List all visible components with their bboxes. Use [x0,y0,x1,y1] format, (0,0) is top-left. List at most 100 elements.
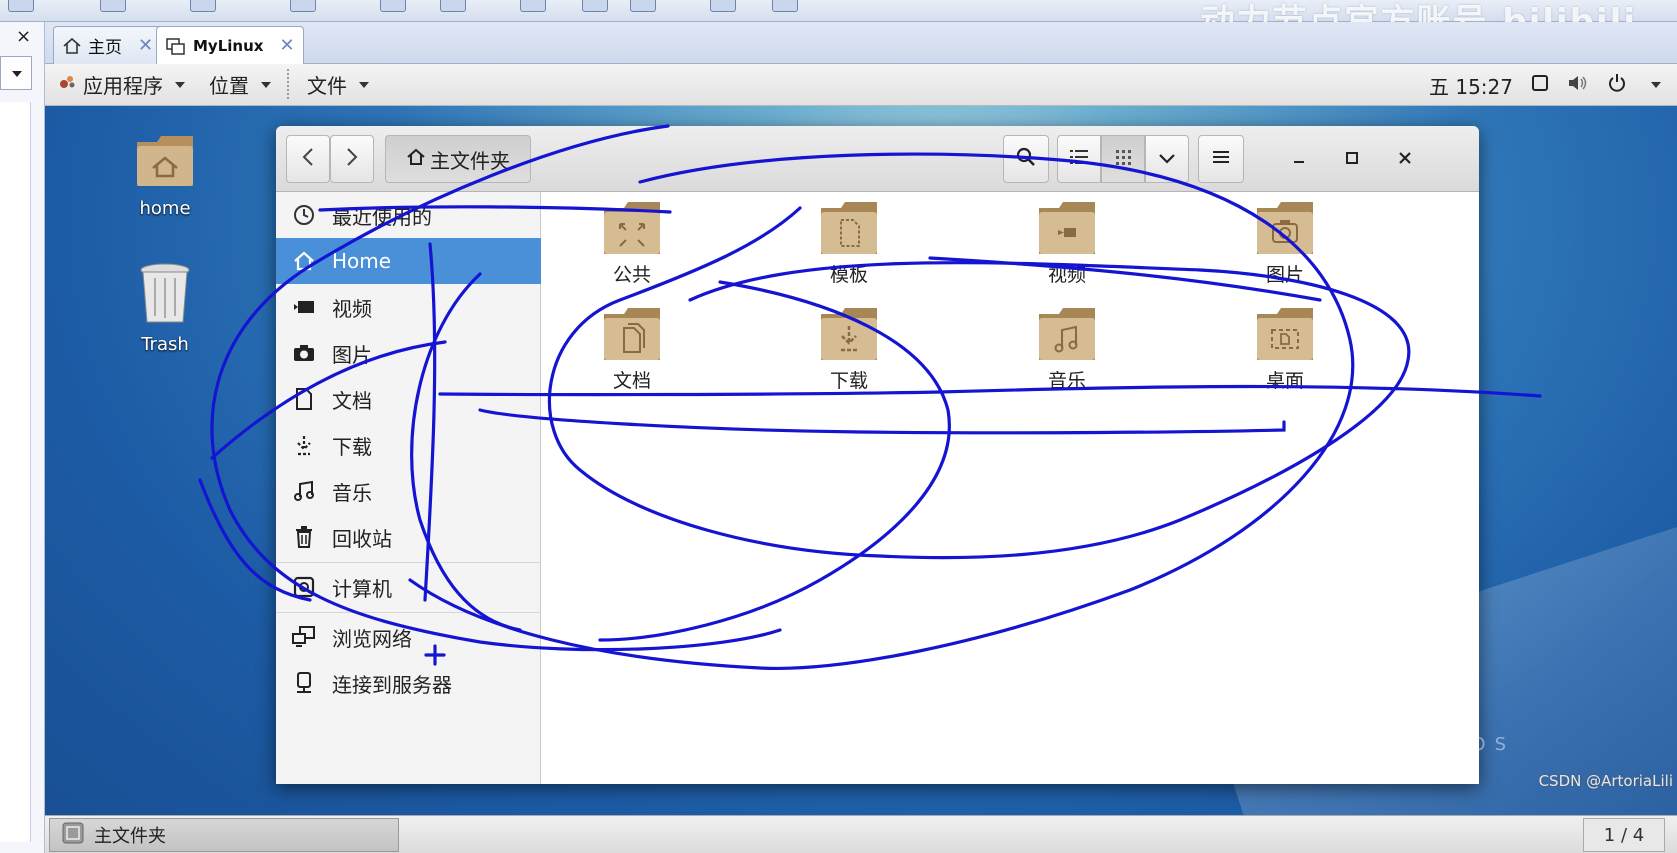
sidebar-item-recent[interactable]: 最近使用的 [276,192,541,238]
view-options-button[interactable] [1145,135,1189,183]
list-view-icon [1070,149,1088,169]
tab-mylinux[interactable]: MyLinux ✕ [156,26,304,64]
desktop-icon-trash[interactable]: Trash [115,262,215,355]
screen-icon[interactable] [1531,73,1549,97]
sidebar-item-home[interactable]: Home [276,238,541,284]
forward-button[interactable] [330,135,374,183]
sidebar-item-connect-server[interactable]: 连接到服务器 [276,660,541,706]
clock[interactable]: 五 15:27 [1429,71,1513,100]
sidebar-separator [276,612,541,613]
power-icon[interactable] [1607,73,1627,98]
chevron-right-icon [345,147,359,171]
hamburger-icon [1212,149,1230,169]
path-bar-home[interactable]: 主文件夹 [385,135,531,183]
files-menu[interactable]: 文件 [307,70,369,99]
toolbar-button[interactable] [630,0,656,12]
centos-watermark: CENTOS [1387,734,1515,755]
close-button[interactable] [1383,135,1427,183]
volume-icon[interactable] [1567,73,1589,97]
chevron-down-icon [175,81,185,88]
taskbar-label: 主文件夹 [94,826,166,847]
library-dropdown[interactable] [0,56,32,90]
folder-item-public[interactable]: 公共 [572,200,692,287]
toolbar-button[interactable] [100,0,126,12]
sidebar-item-label: 浏览网络 [332,626,412,651]
back-button[interactable] [286,135,330,183]
server-icon [290,672,318,694]
toolbar-button[interactable] [710,0,736,12]
list-view-button[interactable] [1057,135,1101,183]
toolbar-button[interactable] [772,0,798,12]
picture-folder-icon [1225,200,1345,256]
folder-item-videos[interactable]: 视频 [1007,200,1127,287]
grid-view-button[interactable] [1101,135,1145,183]
workspace-pager[interactable]: 1 / 4 [1583,818,1665,852]
camera-icon [290,344,318,362]
sidebar-item-label: 视频 [332,296,372,321]
search-button[interactable] [1003,135,1049,183]
folder-item-downloads[interactable]: 下载 [789,306,909,393]
sidebar-item-network[interactable]: 浏览网络 [276,614,541,660]
folder-item-music[interactable]: 音乐 [1007,306,1127,393]
music-folder-icon [1007,306,1127,362]
grid-view-icon [1115,149,1131,169]
applications-menu[interactable]: 应用程序 [57,70,185,99]
desktop-folder-icon [1225,306,1345,362]
sidebar-item-downloads[interactable]: 下载 [276,422,541,468]
gnome-bottom-panel: 主文件夹 1 / 4 [45,815,1677,853]
sidebar-item-videos[interactable]: 视频 [276,284,541,330]
folder-label: 文档 [612,370,651,392]
video-icon [290,299,318,315]
chevron-down-icon [359,81,369,88]
toolbar-button[interactable] [582,0,608,12]
trash-icon [290,526,318,548]
maximize-icon [1345,150,1359,169]
trash-icon [115,262,215,326]
library-list[interactable] [0,102,31,842]
sidebar-item-computer[interactable]: 计算机 [276,564,541,610]
folder-item-pictures[interactable]: 图片 [1225,200,1345,287]
sidebar-item-documents[interactable]: 文档 [276,376,541,422]
screen: 动力节点官方账号 bilibili × 主页 ✕ MyLinux ✕ [0,0,1677,853]
close-tab-icon[interactable]: ✕ [138,35,153,56]
folder-item-templates[interactable]: 模板 [789,200,909,287]
taskbar-item-home-folder[interactable]: 主文件夹 [49,818,399,852]
folder-label: 下载 [829,370,868,392]
minimize-button[interactable] [1277,135,1321,183]
panel-separator [287,68,289,101]
gnome-foot-icon [57,72,77,97]
tab-label: 主页 [88,38,122,58]
menu-button[interactable] [1198,135,1244,183]
sidebar-item-label: Home [332,249,392,273]
chevron-left-icon [301,147,315,171]
home-folder-icon [115,132,215,190]
chevron-down-icon[interactable] [1651,82,1661,88]
sidebar-item-trash[interactable]: 回收站 [276,514,541,560]
folder-item-desktop[interactable]: 桌面 [1225,306,1345,393]
share-folder-icon [572,200,692,256]
toolbar-button[interactable] [190,0,216,12]
sidebar-item-music[interactable]: 音乐 [276,468,541,514]
close-tab-icon[interactable]: ✕ [279,35,294,56]
folder-view[interactable]: 公共 模板 视频 图片 文档 下载 音乐 桌面 [542,192,1479,784]
toolbar-button[interactable] [520,0,546,12]
chevron-down-icon [1158,150,1176,169]
toolbar-button[interactable] [440,0,466,12]
maximize-button[interactable] [1330,135,1374,183]
download-folder-icon [789,306,909,362]
places-menu[interactable]: 位置 [209,70,271,99]
close-library-button[interactable]: × [16,26,31,47]
sidebar-separator [276,562,541,563]
toolbar-button[interactable] [8,0,34,12]
places-sidebar: 最近使用的 Home 视频 图片 文档 下载 音乐 回收站 计算机 浏览网络 连… [276,192,541,784]
toolbar-button[interactable] [380,0,406,12]
sidebar-item-pictures[interactable]: 图片 [276,330,541,376]
desktop-icon-home[interactable]: home [115,132,215,219]
document-icon [290,388,318,410]
close-icon [1398,150,1412,169]
folder-item-documents[interactable]: 文档 [572,306,692,393]
toolbar-button[interactable] [290,0,316,12]
tab-home[interactable]: 主页 ✕ [53,26,163,64]
home-icon [406,148,426,170]
guest-desktop: 应用程序 位置 文件 五 15:27 home Trash 主文件夹 最近使用的… [45,64,1677,853]
